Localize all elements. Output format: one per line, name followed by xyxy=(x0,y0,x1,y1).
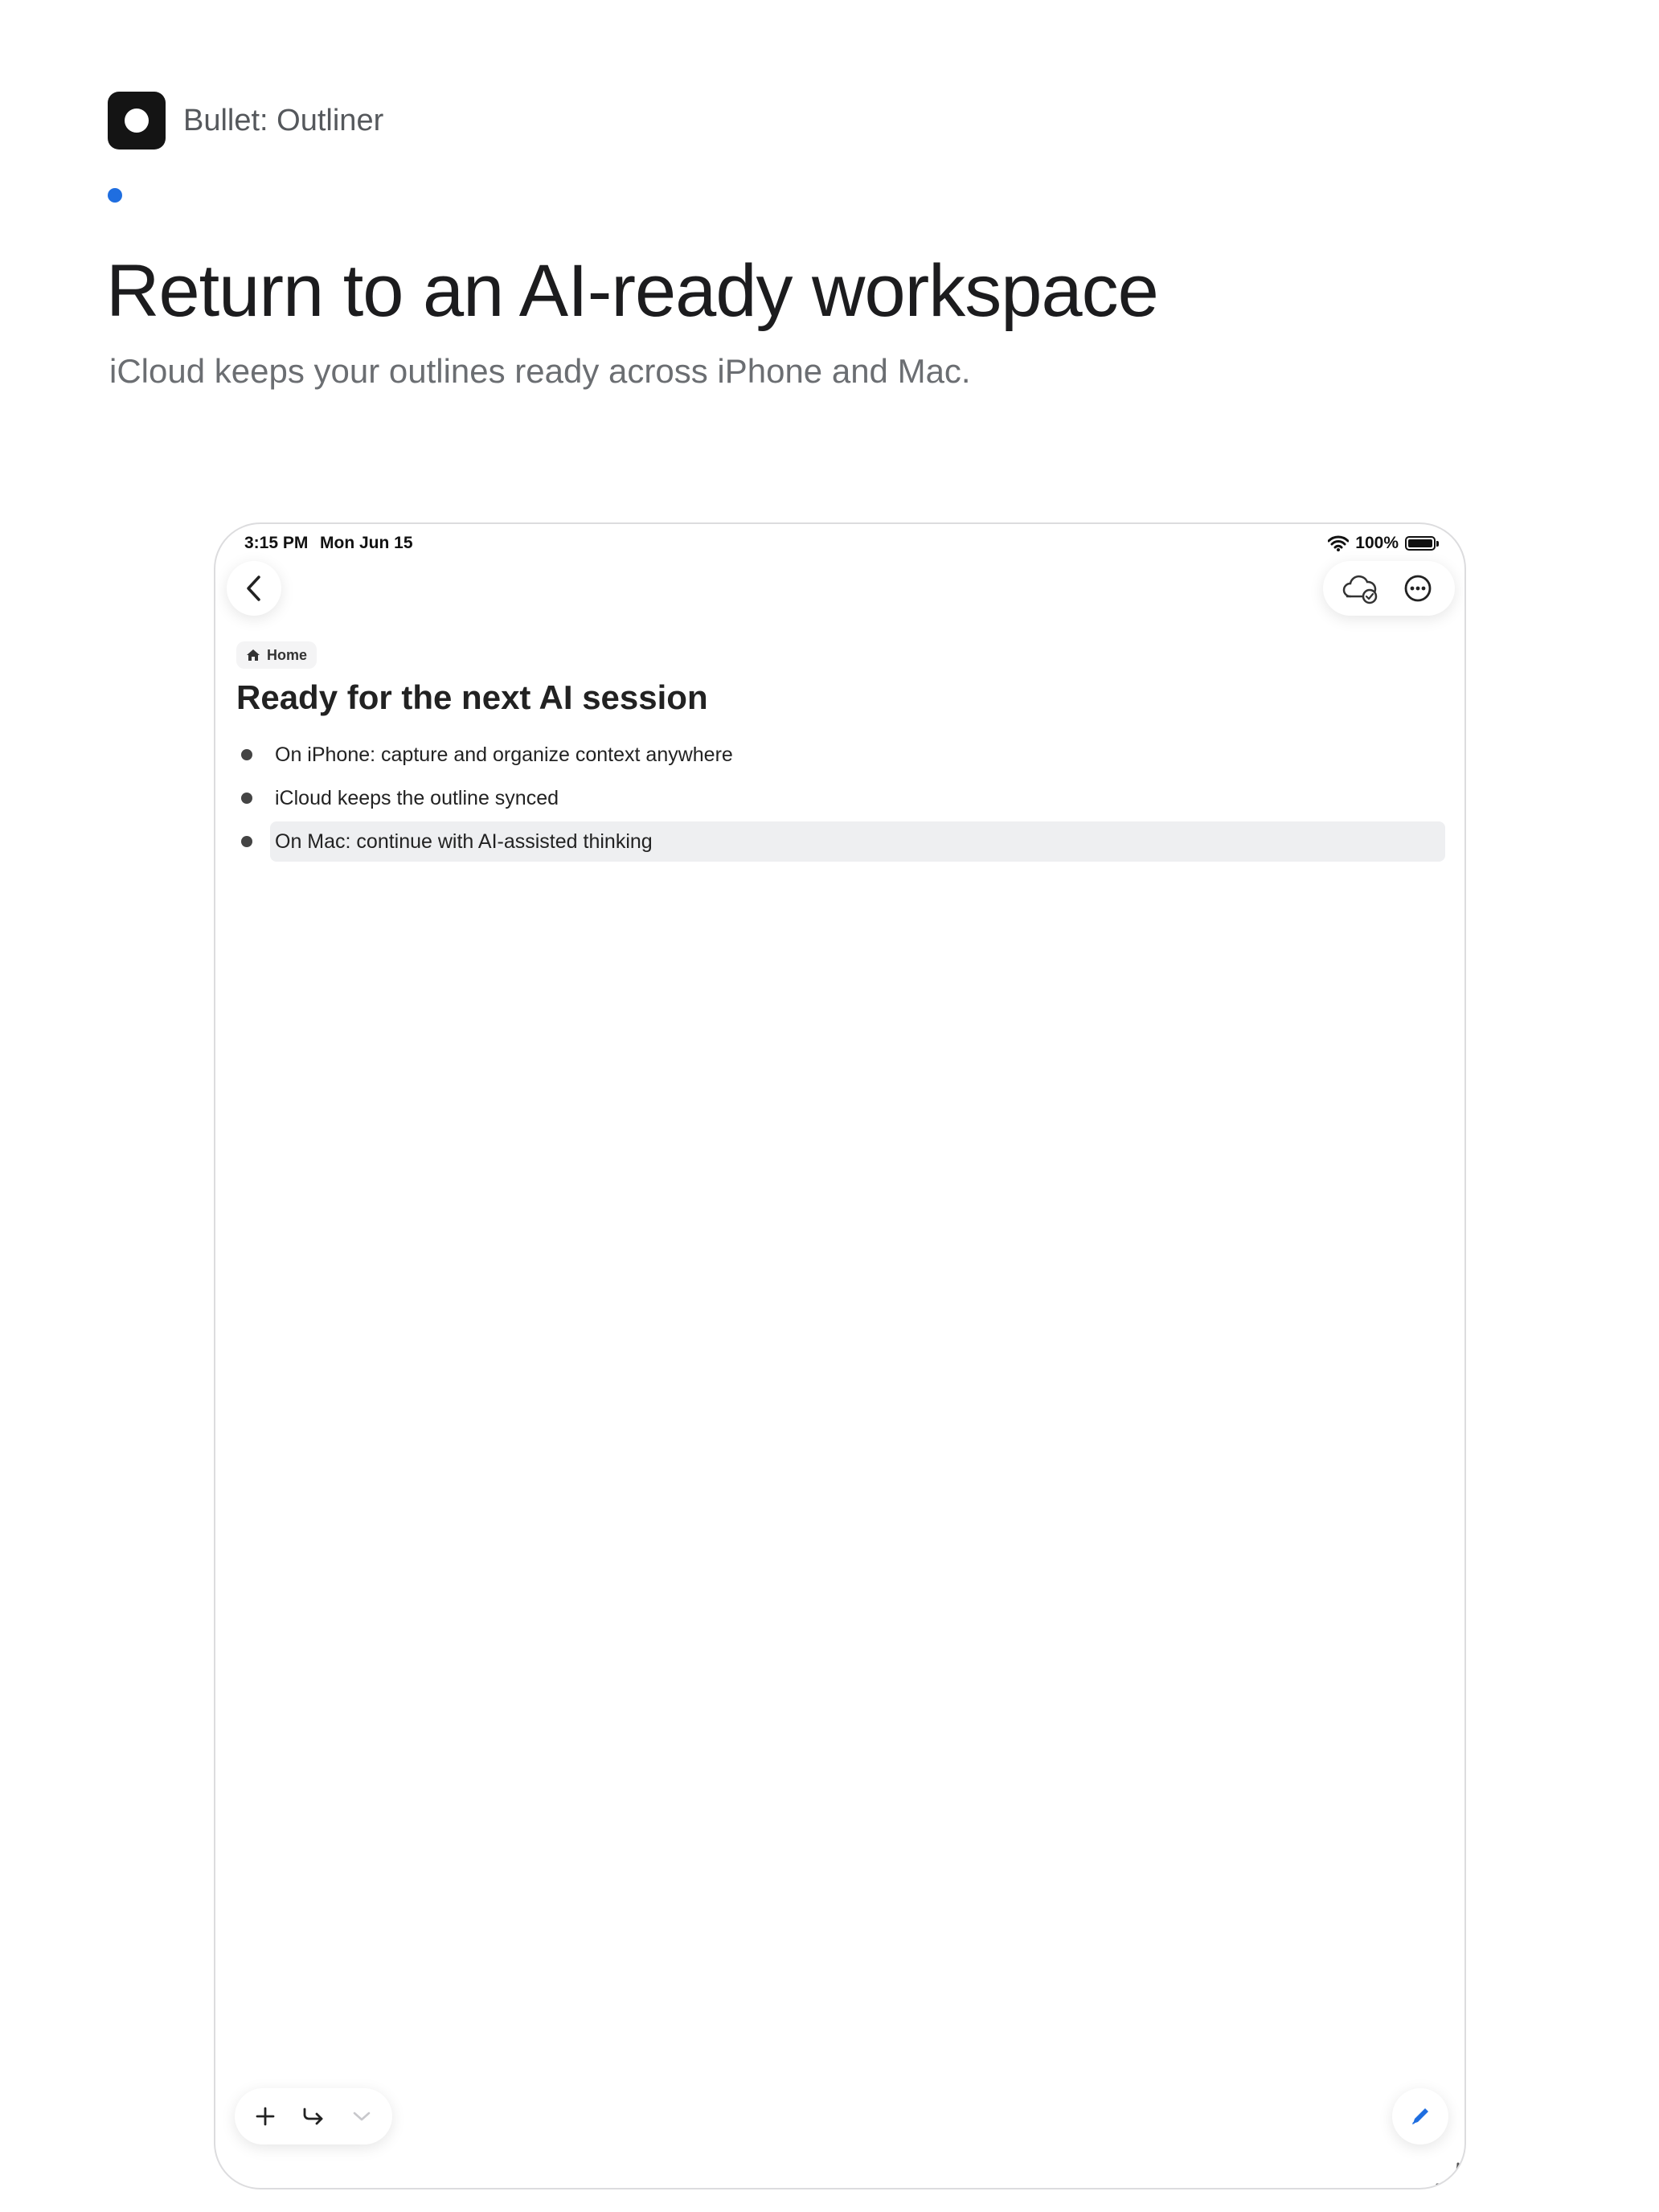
status-date: Mon Jun 15 xyxy=(320,534,413,552)
document-title[interactable]: Ready for the next AI session xyxy=(236,678,708,717)
outline-item-text[interactable]: On iPhone: capture and organize context … xyxy=(270,735,1445,775)
app-brand: Bullet: Outliner xyxy=(108,92,383,150)
status-time: 3:15 PM xyxy=(244,534,309,552)
indent-button[interactable] xyxy=(291,2094,336,2139)
status-bar: 3:15 PM Mon Jun 15 100% xyxy=(215,524,1464,563)
bullet-icon[interactable] xyxy=(241,793,252,804)
cloud-sync-icon xyxy=(1342,575,1378,604)
outline-item-text[interactable]: On Mac: continue with AI-assisted thinki… xyxy=(270,821,1445,862)
plus-icon xyxy=(256,2107,275,2126)
outline-item[interactable]: iCloud keeps the outline synced xyxy=(236,778,1445,818)
cloud-sync-button[interactable] xyxy=(1337,566,1382,611)
home-icon xyxy=(247,649,260,661)
breadcrumb[interactable]: Home xyxy=(236,641,317,669)
app-name: Bullet: Outliner xyxy=(183,103,384,137)
ipad-frame: 3:15 PM Mon Jun 15 100% Home Ready for t… xyxy=(214,522,1466,2189)
outline-list: On iPhone: capture and organize context … xyxy=(236,735,1445,865)
wifi-icon xyxy=(1328,535,1350,551)
breadcrumb-label: Home xyxy=(267,646,308,663)
pencil-icon xyxy=(1412,2108,1428,2124)
battery-icon xyxy=(1405,536,1439,551)
headline: Return to an AI-ready workspace xyxy=(106,250,1159,332)
outline-item-text[interactable]: iCloud keeps the outline synced xyxy=(270,778,1445,818)
battery-percent: 100% xyxy=(1355,534,1399,552)
more-button[interactable] xyxy=(1395,566,1440,611)
outline-item-selected[interactable]: On Mac: continue with AI-assisted thinki… xyxy=(236,821,1445,862)
accent-dot xyxy=(108,188,122,203)
more-icon xyxy=(1404,575,1432,602)
chevron-left-icon xyxy=(247,576,260,601)
app-logo-icon xyxy=(108,92,166,150)
top-actions xyxy=(1323,561,1455,616)
bullet-icon[interactable] xyxy=(241,836,252,847)
chevron-down-icon xyxy=(353,2112,371,2121)
indent-icon xyxy=(303,2108,323,2125)
bullet-icon[interactable] xyxy=(241,749,252,760)
back-button[interactable] xyxy=(227,561,281,616)
status-right: 100% xyxy=(1328,534,1439,553)
collapse-button[interactable] xyxy=(339,2094,384,2139)
resize-handle-icon[interactable] xyxy=(1434,2161,1461,2188)
edit-button[interactable] xyxy=(1392,2088,1448,2144)
bottom-toolbar xyxy=(235,2088,392,2144)
outline-item[interactable]: On iPhone: capture and organize context … xyxy=(236,735,1445,775)
add-item-button[interactable] xyxy=(243,2094,288,2139)
subheadline: iCloud keeps your outlines ready across … xyxy=(109,352,971,390)
